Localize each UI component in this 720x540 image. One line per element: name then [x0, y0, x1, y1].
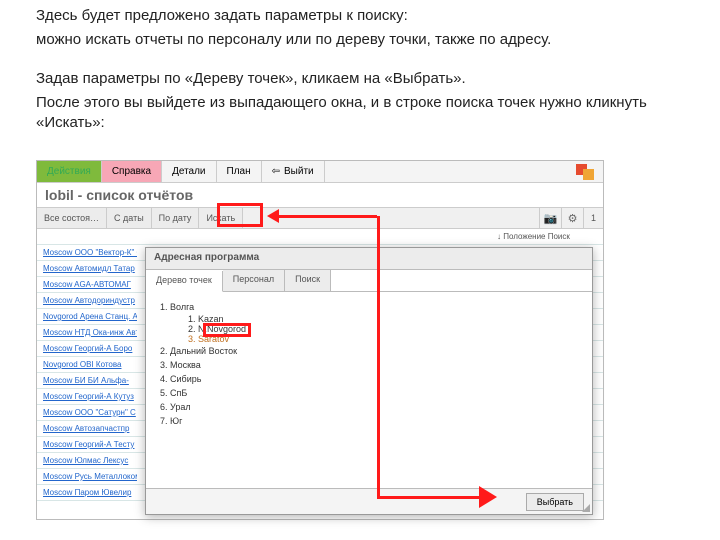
row-link[interactable]: Moscow Автомидл Татар [37, 264, 137, 273]
row-link[interactable]: Moscow Георгий-А Кутуз [37, 392, 137, 401]
arrow-horizontal [377, 496, 479, 499]
modal-footer: Выбрать [146, 488, 592, 514]
row-link[interactable]: Moscow Георгий-А Тесту [37, 440, 137, 449]
instruction-line: После этого вы выйдете из выпадающего ок… [36, 93, 684, 134]
tab-tree[interactable]: Дерево точек [146, 271, 223, 292]
row-link[interactable]: Novgorod Арена Станц. А [37, 312, 137, 321]
row-link[interactable]: Moscow AGA-АВТОМАГ [37, 280, 137, 289]
arrow-vertical [377, 216, 380, 496]
table-header: ↓ Положение Поиск [37, 229, 603, 245]
row-link[interactable]: Moscow Паром Ювелир [37, 488, 137, 497]
settings-icon[interactable]: ⚙ [561, 208, 583, 228]
tab-search[interactable]: Поиск [285, 270, 331, 291]
app-logo [571, 161, 599, 183]
tree-region[interactable]: 5. СпБ [160, 386, 578, 400]
menu-help[interactable]: Справка [102, 161, 162, 182]
select-button[interactable]: Выбрать [526, 493, 584, 511]
tree-region[interactable]: 4. Сибирь [160, 372, 578, 386]
filter-all-states[interactable]: Все состоя… [37, 208, 107, 228]
resize-handle-icon[interactable] [582, 504, 590, 512]
row-link[interactable]: Moscow Георгий-А Боро [37, 344, 137, 353]
arrow-head-to-select [479, 486, 497, 508]
search-button[interactable]: Искать [199, 208, 243, 228]
modal-title: Адресная программа [146, 248, 592, 270]
menu-details[interactable]: Детали [162, 161, 216, 182]
col-position[interactable]: ↓ Положение Поиск [493, 232, 603, 241]
instruction-line: можно искать отчеты по персоналу или по … [36, 30, 684, 50]
tab-staff[interactable]: Персонал [223, 270, 285, 291]
exit-icon: ⇦ [272, 166, 280, 177]
page-number: 1 [583, 208, 603, 228]
page-title: lobil - список отчётов [37, 183, 603, 207]
row-link[interactable]: Novgorod OBI Котова [37, 360, 137, 369]
address-program-modal: Адресная программа Дерево точек Персонал… [145, 247, 593, 515]
row-link[interactable]: Moscow Автозапчастпр [37, 424, 137, 433]
row-link[interactable]: Moscow НТД Ока-инж Авт [37, 328, 137, 337]
instruction-line: Задав параметры по «Дереву точек», клика… [36, 69, 684, 89]
row-link[interactable]: Moscow Автодориндустр [37, 296, 137, 305]
filter-to-date[interactable]: По дату [152, 208, 200, 228]
row-link[interactable]: Moscow Русь Металлоком [37, 472, 137, 481]
row-link[interactable]: Moscow ООО "Сатурн" С [37, 408, 137, 417]
tree-child[interactable]: 2. N.Novgorod [160, 324, 578, 334]
modal-tabs: Дерево точек Персонал Поиск [146, 270, 592, 292]
filter-from-date[interactable]: С даты [107, 208, 152, 228]
tree-region[interactable]: 1. Волга [160, 300, 578, 314]
menu-plan[interactable]: План [217, 161, 262, 182]
menu-exit[interactable]: ⇦ Выйти [262, 161, 325, 182]
instruction-text: Здесь будет предложено задать параметры … [0, 0, 720, 133]
filter-bar: Все состоя… С даты По дату Искать 📷 ⚙ 1 [37, 207, 603, 229]
app-window: Действия Справка Детали План ⇦ Выйти lob… [36, 160, 604, 520]
row-link[interactable]: Moscow Юлмас Лексус [37, 456, 137, 465]
row-link[interactable]: Moscow ООО "Вектор-К" Октября ул, 14 [37, 248, 137, 257]
menu-actions[interactable]: Действия [37, 161, 102, 182]
menubar: Действия Справка Детали План ⇦ Выйти [37, 161, 603, 183]
instruction-line: Здесь будет предложено задать параметры … [36, 6, 684, 26]
camera-icon[interactable]: 📷 [539, 208, 561, 228]
row-link[interactable]: Moscow БИ БИ Альфа- [37, 376, 137, 385]
exit-label: Выйти [284, 166, 314, 177]
tree-region[interactable]: 2. Дальний Восток [160, 344, 578, 358]
tree-child-selected[interactable]: 3. Saratov [160, 334, 578, 344]
tree-region[interactable]: 6. Урал [160, 400, 578, 414]
tree-body: 1. Волга 1. Kazan 2. N.Novgorod 3. Sarat… [146, 292, 592, 436]
tree-region[interactable]: 3. Москва [160, 358, 578, 372]
tree-region[interactable]: 7. Юг [160, 414, 578, 428]
tree-child[interactable]: 1. Kazan [160, 314, 578, 324]
arrow-to-search [277, 215, 377, 218]
